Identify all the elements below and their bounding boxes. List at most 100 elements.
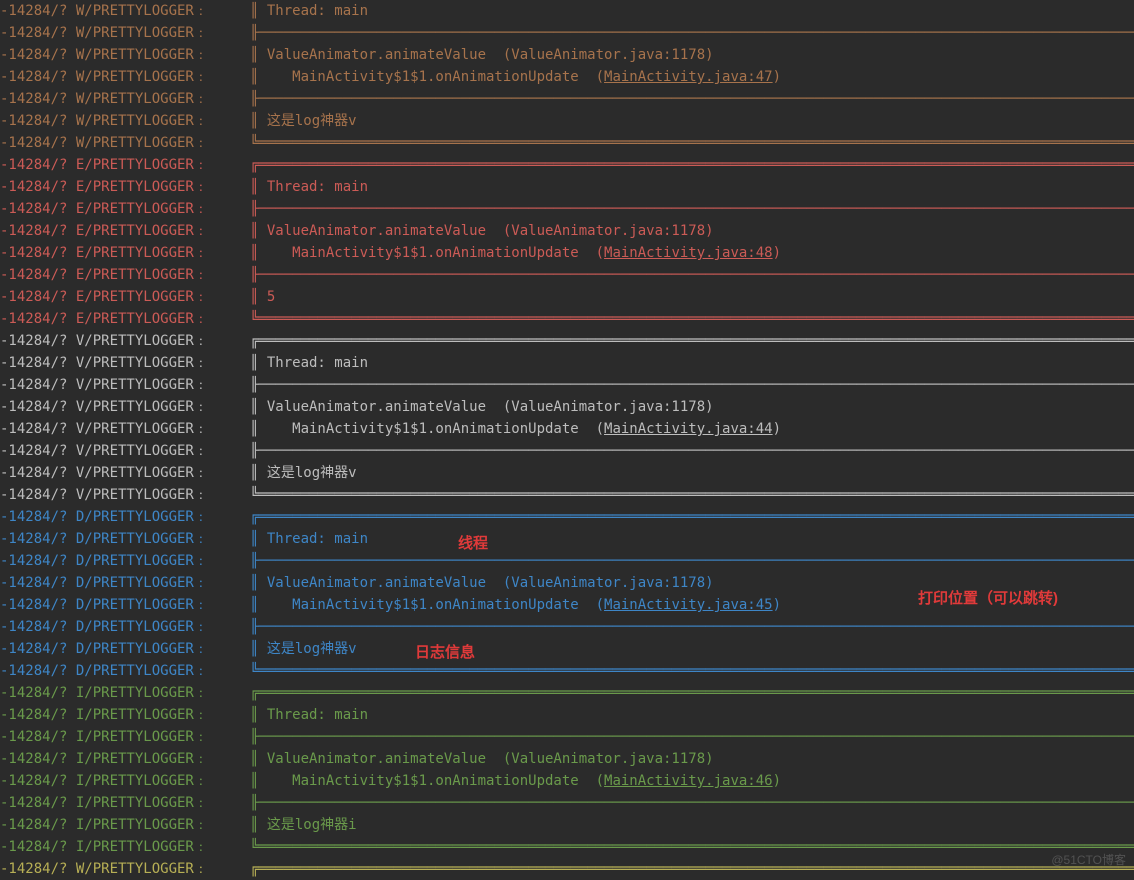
log-line: -14284/? E/PRETTYLOGGER﹕ ╔══════════════… <box>0 154 1134 176</box>
log-prefix: -14284/? V/PRETTYLOGGER﹕ <box>0 396 250 418</box>
log-content: ╚═══════════════════════════════════════… <box>250 836 1134 858</box>
log-line: -14284/? V/PRETTYLOGGER﹕ ╚══════════════… <box>0 484 1134 506</box>
log-prefix: -14284/? D/PRETTYLOGGER﹕ <box>0 638 250 660</box>
log-prefix: -14284/? I/PRETTYLOGGER﹕ <box>0 748 250 770</box>
log-line: -14284/? I/PRETTYLOGGER﹕ ╔══════════════… <box>0 682 1134 704</box>
log-content: ╟───────────────────────────────────────… <box>250 88 1134 110</box>
log-content: ╟───────────────────────────────────────… <box>250 22 1134 44</box>
log-prefix: -14284/? W/PRETTYLOGGER﹕ <box>0 0 250 22</box>
log-line: -14284/? V/PRETTYLOGGER﹕ ║ 这是log神器v <box>0 462 1134 484</box>
log-content: ╟───────────────────────────────────────… <box>250 264 1134 286</box>
log-line: -14284/? I/PRETTYLOGGER﹕ ╚══════════════… <box>0 836 1134 858</box>
log-prefix: -14284/? W/PRETTYLOGGER﹕ <box>0 22 250 44</box>
log-content: ╚═══════════════════════════════════════… <box>250 484 1134 506</box>
source-link[interactable]: MainActivity.java:44 <box>604 421 773 437</box>
log-content: ╔═══════════════════════════════════════… <box>250 682 1134 704</box>
source-link[interactable]: MainActivity.java:47 <box>604 69 773 85</box>
log-prefix: -14284/? V/PRETTYLOGGER﹕ <box>0 418 250 440</box>
log-prefix: -14284/? V/PRETTYLOGGER﹕ <box>0 462 250 484</box>
log-line: -14284/? I/PRETTYLOGGER﹕ ║ Thread: main <box>0 704 1134 726</box>
log-prefix: -14284/? V/PRETTYLOGGER﹕ <box>0 374 250 396</box>
log-line: -14284/? V/PRETTYLOGGER﹕ ╟──────────────… <box>0 374 1134 396</box>
log-content: ╔═══════════════════════════════════════… <box>250 154 1134 176</box>
log-content: ╔═══════════════════════════════════════… <box>250 330 1134 352</box>
log-line: -14284/? V/PRETTYLOGGER﹕ ║ ValueAnimator… <box>0 396 1134 418</box>
log-content: ║ ValueAnimator.animateValue (ValueAnima… <box>250 748 1134 770</box>
log-output: -14284/? W/PRETTYLOGGER﹕ ║ Thread: main-… <box>0 0 1134 880</box>
log-line: -14284/? I/PRETTYLOGGER﹕ ║ ValueAnimator… <box>0 748 1134 770</box>
log-prefix: -14284/? D/PRETTYLOGGER﹕ <box>0 528 250 550</box>
log-line: -14284/? I/PRETTYLOGGER﹕ ╟──────────────… <box>0 792 1134 814</box>
log-prefix: -14284/? E/PRETTYLOGGER﹕ <box>0 176 250 198</box>
log-prefix: -14284/? E/PRETTYLOGGER﹕ <box>0 198 250 220</box>
log-content: ╚═══════════════════════════════════════… <box>250 132 1134 154</box>
log-prefix: -14284/? W/PRETTYLOGGER﹕ <box>0 110 250 132</box>
log-prefix: -14284/? W/PRETTYLOGGER﹕ <box>0 44 250 66</box>
log-prefix: -14284/? I/PRETTYLOGGER﹕ <box>0 726 250 748</box>
log-line: -14284/? E/PRETTYLOGGER﹕ ╟──────────────… <box>0 198 1134 220</box>
log-content: ║ Thread: main <box>250 528 1134 550</box>
log-prefix: -14284/? V/PRETTYLOGGER﹕ <box>0 484 250 506</box>
source-link[interactable]: MainActivity.java:46 <box>604 773 773 789</box>
log-prefix: -14284/? D/PRETTYLOGGER﹕ <box>0 572 250 594</box>
log-line: -14284/? D/PRETTYLOGGER﹕ ╚══════════════… <box>0 660 1134 682</box>
source-link[interactable]: MainActivity.java:48 <box>604 245 773 261</box>
log-content: ╟───────────────────────────────────────… <box>250 616 1134 638</box>
log-prefix: -14284/? I/PRETTYLOGGER﹕ <box>0 836 250 858</box>
log-line: -14284/? E/PRETTYLOGGER﹕ ║ MainActivity$… <box>0 242 1134 264</box>
log-content: ║ Thread: main <box>250 0 1134 22</box>
log-content: ╟───────────────────────────────────────… <box>250 440 1134 462</box>
source-link[interactable]: MainActivity.java:45 <box>604 597 773 613</box>
log-content: ║ 5 <box>250 286 1134 308</box>
log-line: -14284/? V/PRETTYLOGGER﹕ ║ MainActivity$… <box>0 418 1134 440</box>
log-line: -14284/? E/PRETTYLOGGER﹕ ║ 5 <box>0 286 1134 308</box>
log-line: -14284/? D/PRETTYLOGGER﹕ ╟──────────────… <box>0 550 1134 572</box>
log-prefix: -14284/? I/PRETTYLOGGER﹕ <box>0 770 250 792</box>
annotation-thread: 线程 <box>458 533 488 555</box>
log-line: -14284/? V/PRETTYLOGGER﹕ ║ Thread: main <box>0 352 1134 374</box>
log-line: -14284/? E/PRETTYLOGGER﹕ ╚══════════════… <box>0 308 1134 330</box>
log-line: -14284/? V/PRETTYLOGGER﹕ ╟──────────────… <box>0 440 1134 462</box>
log-line: -14284/? W/PRETTYLOGGER﹕ ╚══════════════… <box>0 132 1134 154</box>
log-prefix: -14284/? I/PRETTYLOGGER﹕ <box>0 704 250 726</box>
log-content: ║ 这是log神器v <box>250 110 1134 132</box>
log-line: -14284/? W/PRETTYLOGGER﹕ ║ 这是log神器v <box>0 110 1134 132</box>
annotation-message: 日志信息 <box>415 642 475 664</box>
log-prefix: -14284/? D/PRETTYLOGGER﹕ <box>0 506 250 528</box>
log-content: ╟───────────────────────────────────────… <box>250 550 1134 572</box>
log-prefix: -14284/? E/PRETTYLOGGER﹕ <box>0 220 250 242</box>
log-content: ║ Thread: main <box>250 704 1134 726</box>
log-line: -14284/? W/PRETTYLOGGER﹕ ╟──────────────… <box>0 88 1134 110</box>
log-content: ║ ValueAnimator.animateValue (ValueAnima… <box>250 44 1134 66</box>
log-line: -14284/? W/PRETTYLOGGER﹕ ║ Thread: main <box>0 0 1134 22</box>
log-prefix: -14284/? V/PRETTYLOGGER﹕ <box>0 330 250 352</box>
annotation-location: 打印位置（可以跳转) <box>918 588 1058 610</box>
log-content: ║ 这是log神器v <box>250 462 1134 484</box>
log-content: ╟───────────────────────────────────────… <box>250 726 1134 748</box>
log-line: -14284/? V/PRETTYLOGGER﹕ ╔══════════════… <box>0 330 1134 352</box>
log-content: ║ ValueAnimator.animateValue (ValueAnima… <box>250 396 1134 418</box>
log-line: -14284/? W/PRETTYLOGGER﹕ ║ ValueAnimator… <box>0 44 1134 66</box>
log-prefix: -14284/? W/PRETTYLOGGER﹕ <box>0 88 250 110</box>
log-content: ║ 这是log神器v <box>250 638 1134 660</box>
log-content: ║ Thread: main <box>250 352 1134 374</box>
log-prefix: -14284/? D/PRETTYLOGGER﹕ <box>0 594 250 616</box>
log-prefix: -14284/? I/PRETTYLOGGER﹕ <box>0 682 250 704</box>
log-prefix: -14284/? W/PRETTYLOGGER﹕ <box>0 132 250 154</box>
log-content: ║ MainActivity$1$1.onAnimationUpdate (Ma… <box>250 770 1134 792</box>
log-content: ╟───────────────────────────────────────… <box>250 792 1134 814</box>
log-line: -14284/? D/PRETTYLOGGER﹕ ║ Thread: main <box>0 528 1134 550</box>
log-content: ╚═══════════════════════════════════════… <box>250 660 1134 682</box>
log-line: -14284/? D/PRETTYLOGGER﹕ ╔══════════════… <box>0 506 1134 528</box>
log-prefix: -14284/? E/PRETTYLOGGER﹕ <box>0 286 250 308</box>
log-prefix: -14284/? I/PRETTYLOGGER﹕ <box>0 792 250 814</box>
log-content: ╟───────────────────────────────────────… <box>250 374 1134 396</box>
log-prefix: -14284/? E/PRETTYLOGGER﹕ <box>0 242 250 264</box>
log-line: -14284/? E/PRETTYLOGGER﹕ ║ Thread: main <box>0 176 1134 198</box>
log-content: ║ MainActivity$1$1.onAnimationUpdate (Ma… <box>250 242 1134 264</box>
log-prefix: -14284/? V/PRETTYLOGGER﹕ <box>0 352 250 374</box>
log-prefix: -14284/? D/PRETTYLOGGER﹕ <box>0 660 250 682</box>
log-content: ║ Thread: main <box>250 176 1134 198</box>
watermark: @51CTO博客 <box>1051 849 1126 871</box>
log-prefix: -14284/? D/PRETTYLOGGER﹕ <box>0 616 250 638</box>
